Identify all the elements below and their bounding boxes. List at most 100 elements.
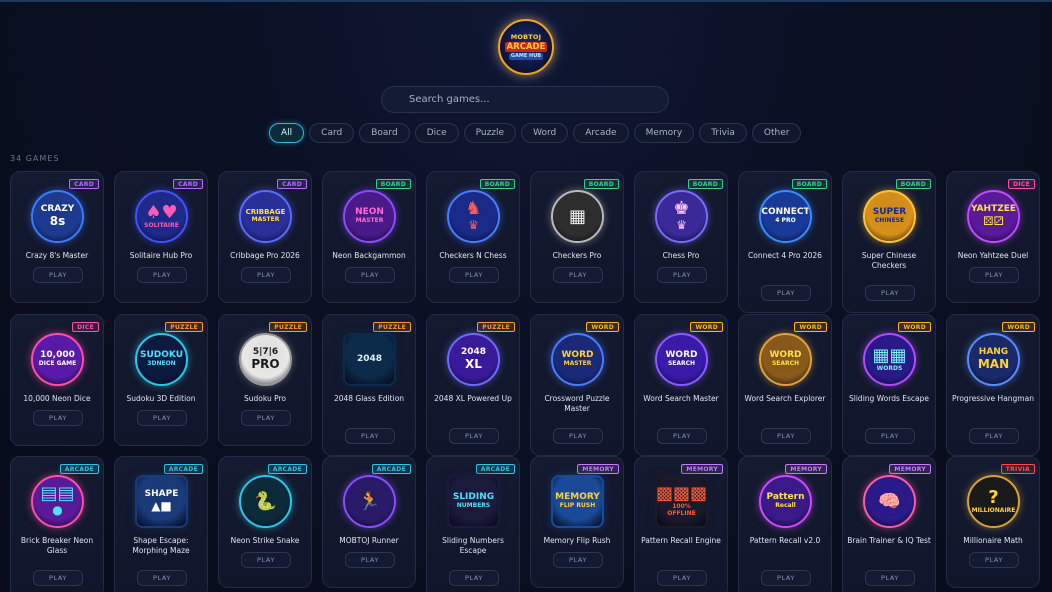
play-button[interactable]: PLAY: [553, 428, 603, 444]
play-button[interactable]: PLAY: [657, 267, 707, 283]
play-button[interactable]: PLAY: [969, 428, 1019, 444]
play-button[interactable]: PLAY: [865, 570, 915, 586]
play-button[interactable]: PLAY: [865, 285, 915, 301]
play-button[interactable]: PLAY: [553, 552, 603, 568]
game-card[interactable]: WORD ▦▦ WORDS Sliding Words Escape PLAY: [842, 314, 936, 456]
crossword-icon[interactable]: WORD MASTER: [551, 333, 604, 386]
play-button[interactable]: PLAY: [345, 552, 395, 568]
play-button[interactable]: PLAY: [761, 428, 811, 444]
filter-chip-dice[interactable]: Dice: [414, 123, 459, 143]
play-button[interactable]: PLAY: [761, 285, 811, 301]
game-card[interactable]: MEMORY Pattern Recall Pattern Recall v2.0 PL…: [738, 456, 832, 592]
sudoku-grid-icon[interactable]: 5|7|6 PRO: [239, 333, 292, 386]
play-button[interactable]: PLAY: [33, 570, 83, 586]
play-button[interactable]: PLAY: [553, 267, 603, 283]
game-card[interactable]: WORD WORD MASTER Crossword Puzzle Master PLA…: [530, 314, 624, 456]
game-card[interactable]: PUZZLE 5|7|6 PRO Sudoku Pro PLAY: [218, 314, 312, 446]
runner-icon[interactable]: 🏃: [343, 475, 396, 528]
shape-escape-icon[interactable]: SHAPE ▲■: [135, 475, 188, 528]
play-button[interactable]: PLAY: [137, 570, 187, 586]
hangman-icon[interactable]: HANG MAN: [967, 333, 1020, 386]
cribbage-icon[interactable]: CRIBBAGE MASTER: [239, 190, 292, 243]
play-button[interactable]: PLAY: [137, 267, 187, 283]
play-button[interactable]: PLAY: [969, 552, 1019, 568]
game-card[interactable]: ARCADE 🐍 Neon Strike Snake PLAY: [218, 456, 312, 588]
neon-dice-icon[interactable]: 10,000 DICE GAME: [31, 333, 84, 386]
millionaire-icon[interactable]: ? MILLIONAIRE: [967, 475, 1020, 528]
game-card[interactable]: BOARD ♞ ♛ Checkers N Chess PLAY: [426, 171, 520, 303]
game-card[interactable]: ARCADE ▤▤ ● Brick Breaker Neon Glass PLAY: [10, 456, 104, 592]
filter-chip-puzzle[interactable]: Puzzle: [463, 123, 517, 143]
play-button[interactable]: PLAY: [449, 570, 499, 586]
play-button[interactable]: PLAY: [969, 267, 1019, 283]
game-card[interactable]: BOARD ▦ Checkers Pro PLAY: [530, 171, 624, 303]
filter-chip-card[interactable]: Card: [309, 123, 355, 143]
filter-chip-word[interactable]: Word: [521, 123, 569, 143]
game-card[interactable]: CARD CRIBBAGE MASTER Cribbage Pro 2026 PLAY: [218, 171, 312, 303]
checkers-board-icon[interactable]: ▦: [551, 190, 604, 243]
game-card[interactable]: CARD ♠♥ SOLITAIRE Solitaire Hub Pro PLAY: [114, 171, 208, 303]
filter-chip-all[interactable]: All: [269, 123, 305, 143]
chess-icon[interactable]: ♚ ♛: [655, 190, 708, 243]
connect-four-icon[interactable]: CONNECT 4 PRO: [759, 190, 812, 243]
brick-breaker-icon[interactable]: ▤▤ ●: [31, 475, 84, 528]
backgammon-icon[interactable]: NEON MASTER: [343, 190, 396, 243]
snake-icon[interactable]: 🐍: [239, 475, 292, 528]
game-card[interactable]: BOARD CONNECT 4 PRO Connect 4 Pro 2026 PLAY: [738, 171, 832, 313]
search-bar[interactable]: [381, 86, 669, 113]
play-button[interactable]: PLAY: [449, 267, 499, 283]
sudoku-3d-icon[interactable]: SUDOKU 3DNEON: [135, 333, 188, 386]
filter-chip-arcade[interactable]: Arcade: [573, 123, 629, 143]
game-card[interactable]: BOARD ♚ ♛ Chess Pro PLAY: [634, 171, 728, 303]
play-button[interactable]: PLAY: [137, 410, 187, 426]
checkers-chess-icon[interactable]: ♞ ♛: [447, 190, 500, 243]
2048-xl-icon[interactable]: 2048 XL: [447, 333, 500, 386]
game-card[interactable]: ARCADE SHAPE ▲■ Shape Escape: Morphing Maze…: [114, 456, 208, 592]
game-card[interactable]: DICE YAHTZEE ⚄⚂ Neon Yahtzee Duel PLAY: [946, 171, 1040, 303]
game-card[interactable]: PUZZLE 2048 2048 Glass Edition PLAY: [322, 314, 416, 456]
yahtzee-icon[interactable]: YAHTZEE ⚄⚂: [967, 190, 1020, 243]
play-button[interactable]: PLAY: [241, 410, 291, 426]
brain-trainer-icon[interactable]: 🧠: [863, 475, 916, 528]
search-input[interactable]: [382, 87, 668, 112]
play-button[interactable]: PLAY: [865, 428, 915, 444]
filter-chip-other[interactable]: Other: [751, 123, 802, 143]
pattern-recall-engine-icon[interactable]: ▩▩▩ 100% OFFLINE: [655, 475, 708, 528]
play-button[interactable]: PLAY: [657, 570, 707, 586]
play-button[interactable]: PLAY: [657, 428, 707, 444]
play-button[interactable]: PLAY: [241, 267, 291, 283]
word-search-master-icon[interactable]: WORD SEARCH: [655, 333, 708, 386]
crazy-eights-icon[interactable]: CRAZY 8s: [31, 190, 84, 243]
solitaire-icon[interactable]: ♠♥ SOLITAIRE: [135, 190, 188, 243]
sliding-words-icon[interactable]: ▦▦ WORDS: [863, 333, 916, 386]
word-search-explorer-icon[interactable]: WORD SEARCH: [759, 333, 812, 386]
game-card[interactable]: BOARD SUPER CHINESE Super Chinese Checkers P…: [842, 171, 936, 313]
pattern-recall-v2-icon[interactable]: Pattern Recall: [759, 475, 812, 528]
game-card[interactable]: BOARD NEON MASTER Neon Backgammon PLAY: [322, 171, 416, 303]
memory-flip-icon[interactable]: MEMORY FLIP RUSH: [551, 475, 604, 528]
play-button[interactable]: PLAY: [345, 267, 395, 283]
game-card[interactable]: ARCADE SLIDING NUMBERS Sliding Numbers Esca…: [426, 456, 520, 592]
play-button[interactable]: PLAY: [241, 552, 291, 568]
play-button[interactable]: PLAY: [761, 570, 811, 586]
game-card[interactable]: CARD CRAZY 8s Crazy 8's Master PLAY: [10, 171, 104, 303]
filter-chip-memory[interactable]: Memory: [633, 123, 695, 143]
filter-chip-trivia[interactable]: Trivia: [699, 123, 747, 143]
game-card[interactable]: MEMORY ▩▩▩ 100% OFFLINE Pattern Recall Engi…: [634, 456, 728, 592]
play-button[interactable]: PLAY: [33, 267, 83, 283]
2048-glass-icon[interactable]: 2048: [343, 333, 396, 386]
game-card[interactable]: MEMORY MEMORY FLIP RUSH Memory Flip Rush PLA…: [530, 456, 624, 588]
game-card[interactable]: PUZZLE SUDOKU 3DNEON Sudoku 3D Edition PLAY: [114, 314, 208, 446]
game-card[interactable]: ARCADE 🏃 MOBTOJ Runner PLAY: [322, 456, 416, 588]
play-button[interactable]: PLAY: [449, 428, 499, 444]
game-card[interactable]: WORD WORD SEARCH Word Search Explorer PLAY: [738, 314, 832, 456]
play-button[interactable]: PLAY: [33, 410, 83, 426]
sliding-numbers-icon[interactable]: SLIDING NUMBERS: [447, 475, 500, 528]
arcade-logo[interactable]: MOBTOJ ARCADE GAME HUB: [498, 19, 554, 75]
game-card[interactable]: WORD HANG MAN Progressive Hangman PLAY: [946, 314, 1040, 456]
game-card[interactable]: WORD WORD SEARCH Word Search Master PLAY: [634, 314, 728, 456]
game-card[interactable]: MEMORY 🧠 Brain Trainer & IQ Test PLAY: [842, 456, 936, 592]
game-card[interactable]: PUZZLE 2048 XL 2048 XL Powered Up PLAY: [426, 314, 520, 456]
filter-chip-board[interactable]: Board: [359, 123, 410, 143]
play-button[interactable]: PLAY: [345, 428, 395, 444]
